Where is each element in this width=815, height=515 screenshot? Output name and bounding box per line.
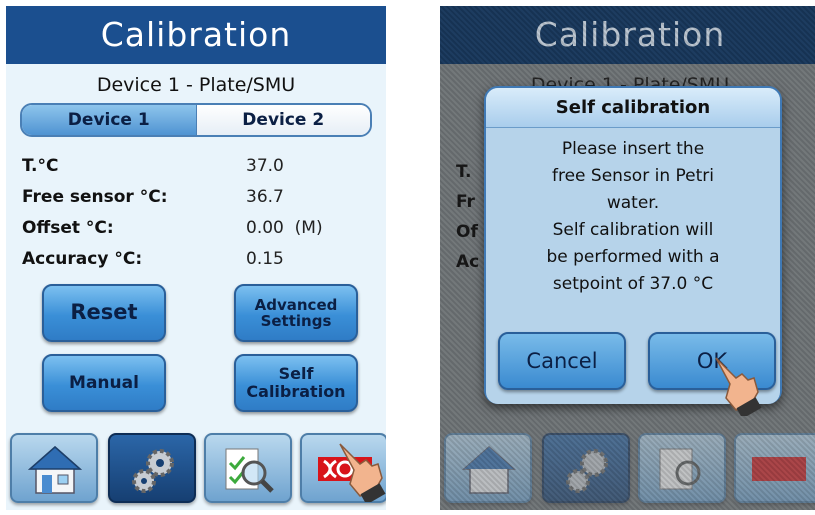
dialog-title: Self calibration bbox=[486, 88, 780, 128]
device-title: Device 1 - Plate/SMU bbox=[96, 74, 296, 96]
ghost-label: Ac bbox=[456, 252, 480, 272]
settings-gears-icon bbox=[132, 449, 174, 493]
nav-settings-button[interactable] bbox=[108, 433, 196, 503]
reset-button[interactable]: Reset bbox=[42, 284, 166, 342]
button-label-line: Settings bbox=[260, 312, 332, 330]
home-icon bbox=[462, 446, 516, 494]
reading-row-free-sensor: Free sensor °C: 36.7 bbox=[22, 187, 382, 218]
nav-home-button[interactable] bbox=[444, 433, 532, 503]
nav-home-button[interactable] bbox=[10, 433, 98, 503]
nav-search-button[interactable] bbox=[638, 433, 726, 503]
tab-device-2[interactable]: Device 2 bbox=[196, 105, 370, 135]
reading-label: Accuracy °C: bbox=[22, 249, 143, 269]
manual-button[interactable]: Manual bbox=[42, 354, 166, 412]
ghost-label: Fr bbox=[456, 192, 475, 212]
reading-label: Free sensor °C: bbox=[22, 187, 168, 207]
reading-value: 0.00 (M) bbox=[246, 218, 323, 238]
exit-icon bbox=[752, 457, 806, 481]
message-line: setpoint of 37.0 °C bbox=[552, 274, 714, 294]
reading-label: T.°C bbox=[22, 156, 59, 176]
message-line: Please insert the bbox=[561, 139, 705, 159]
advanced-settings-button[interactable]: Advanced Settings bbox=[234, 284, 358, 342]
pointer-hand-icon bbox=[715, 357, 762, 416]
tab-device-1[interactable]: Device 1 bbox=[22, 105, 197, 135]
reading-value: 36.7 bbox=[246, 187, 284, 207]
bottom-nav bbox=[6, 431, 386, 510]
message-line: be performed with a bbox=[546, 247, 720, 267]
button-label-line: Advanced bbox=[254, 295, 338, 314]
bottom-nav-dimmed bbox=[440, 431, 815, 510]
cancel-button[interactable]: Cancel bbox=[498, 332, 626, 390]
pointer-hand-icon bbox=[339, 443, 386, 502]
readings-list: T.°C 37.0 Free sensor °C: 36.7 Offset °C… bbox=[22, 156, 382, 280]
message-line: free Sensor in Petri bbox=[552, 166, 714, 186]
nav-search-button[interactable] bbox=[204, 433, 292, 503]
tutorial-composite: Calibration Device 1 - Plate/SMU Device … bbox=[0, 0, 815, 515]
home-icon bbox=[28, 446, 82, 494]
reading-row-temperature: T.°C 37.0 bbox=[22, 156, 382, 187]
search-document-icon bbox=[225, 448, 274, 493]
reading-row-accuracy: Accuracy °C: 0.15 bbox=[22, 249, 382, 280]
button-label-line: Calibration bbox=[246, 382, 346, 401]
message-line: Self calibration will bbox=[552, 220, 714, 240]
page-title: Calibration bbox=[6, 6, 386, 64]
calibration-screen-with-dialog: Calibration Device 1 - Plate/SMU T. Fr O… bbox=[440, 6, 815, 510]
reading-value: 0.15 bbox=[246, 249, 284, 269]
calibration-screen: Calibration Device 1 - Plate/SMU Device … bbox=[6, 6, 386, 510]
device-selector: Device 1 Device 2 bbox=[20, 103, 372, 137]
reading-label: Offset °C: bbox=[22, 218, 114, 238]
reading-row-offset: Offset °C: 0.00 (M) bbox=[22, 218, 382, 249]
settings-gears-icon bbox=[566, 449, 608, 493]
search-document-icon bbox=[659, 448, 701, 490]
ghost-label: T. bbox=[456, 162, 472, 182]
ghost-label: Of bbox=[456, 222, 478, 242]
button-label-line: Self bbox=[278, 364, 314, 384]
nav-exit-button[interactable] bbox=[734, 433, 815, 503]
page-title: Calibration bbox=[440, 6, 815, 64]
nav-settings-button[interactable] bbox=[542, 433, 630, 503]
reading-value: 37.0 bbox=[246, 156, 284, 176]
message-line: water. bbox=[606, 193, 660, 213]
self-calibration-button[interactable]: Self Calibration bbox=[234, 354, 358, 412]
